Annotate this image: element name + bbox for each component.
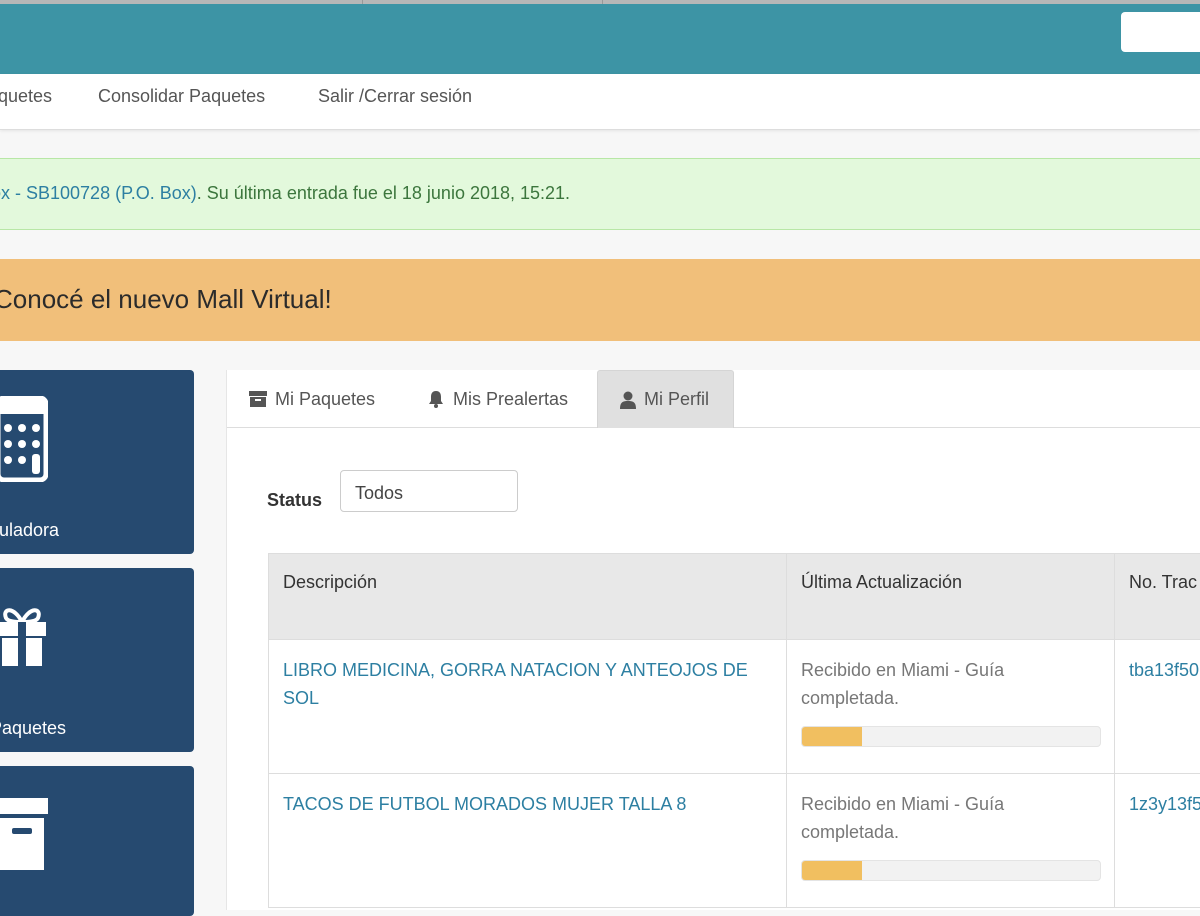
calculator-icon	[0, 396, 48, 482]
archive-box-icon	[0, 796, 50, 872]
sidebar-card-label: culadora	[0, 520, 59, 541]
package-progress-bar	[802, 861, 862, 880]
promo-banner[interactable]: Conocé el nuevo Mall Virtual!	[0, 259, 1200, 341]
tab-label: Mi Paquetes	[275, 389, 375, 410]
banner-text: Conocé el nuevo Mall Virtual!	[0, 284, 332, 315]
main-panel: Mi Paquetes Mis Prealertas Mi Perfil Sta…	[226, 370, 1200, 910]
top-header	[0, 0, 1200, 74]
sidebar-card-label: Paquetes	[0, 718, 66, 739]
browser-divider	[602, 0, 603, 4]
sidebar-card-archivo[interactable]	[0, 766, 194, 916]
column-header-ultima-actualizacion[interactable]: Última Actualización	[787, 554, 1115, 640]
nav-item-cerrar-sesion[interactable]: Salir /Cerrar sesión	[318, 74, 472, 118]
bell-icon	[427, 390, 445, 408]
header-button[interactable]	[1121, 12, 1200, 52]
alert-text: ox - SB100728 (P.O. Box). Su última entr…	[0, 183, 570, 204]
tab-mi-perfil[interactable]: Mi Perfil	[597, 370, 734, 428]
tab-mis-prealertas[interactable]: Mis Prealertas	[427, 370, 568, 428]
nav-item-consolidar-paquetes[interactable]: Consolidar Paquetes	[98, 74, 265, 118]
table-row: TACOS DE FUTBOL MORADOS MUJER TALLA 8 Re…	[269, 774, 1200, 908]
packages-table: Descripción Última Actualización No. Tra…	[268, 553, 1200, 908]
table-header-row: Descripción Última Actualización No. Tra…	[269, 554, 1200, 640]
tab-label: Mis Prealertas	[453, 389, 568, 410]
tab-bar: Mi Paquetes Mis Prealertas Mi Perfil	[227, 370, 1200, 428]
package-status-text: Recibido en Miami - Guía completada.	[801, 790, 1100, 846]
package-progress	[801, 860, 1101, 881]
package-status-text: Recibido en Miami - Guía completada.	[801, 656, 1100, 712]
column-header-descripcion[interactable]: Descripción	[269, 554, 787, 640]
table-row: LIBRO MEDICINA, GORRA NATACION Y ANTEOJO…	[269, 640, 1200, 774]
column-header-tracking[interactable]: No. Trac	[1115, 554, 1200, 640]
nav-item-paquetes[interactable]: quetes	[0, 74, 52, 118]
tab-label: Mi Perfil	[644, 389, 709, 410]
tracking-number-link[interactable]: tba13f50	[1129, 660, 1199, 680]
archive-icon	[249, 390, 267, 408]
sidebar-card-paquetes[interactable]: Paquetes	[0, 568, 194, 752]
package-description-link[interactable]: TACOS DE FUTBOL MORADOS MUJER TALLA 8	[283, 794, 686, 814]
account-link[interactable]: ox - SB100728 (P.O. Box)	[0, 183, 197, 203]
tab-mi-paquetes[interactable]: Mi Paquetes	[249, 370, 375, 428]
status-filter-label: Status	[267, 490, 322, 511]
package-progress	[801, 726, 1101, 747]
tracking-number-link[interactable]: 1z3y13f5	[1129, 794, 1200, 814]
last-login-text: . Su última entrada fue el 18 junio 2018…	[197, 183, 570, 203]
browser-divider	[362, 0, 363, 4]
package-progress-bar	[802, 727, 862, 746]
sidebar-card-calculadora[interactable]: culadora	[0, 370, 194, 554]
user-icon	[620, 391, 636, 409]
last-login-alert: ox - SB100728 (P.O. Box). Su última entr…	[0, 158, 1200, 230]
package-description-link[interactable]: LIBRO MEDICINA, GORRA NATACION Y ANTEOJO…	[283, 660, 748, 708]
main-nav: quetes Consolidar Paquetes Salir /Cerrar…	[0, 74, 1200, 130]
status-select[interactable]: Todos	[340, 470, 518, 512]
gift-icon	[0, 604, 48, 668]
